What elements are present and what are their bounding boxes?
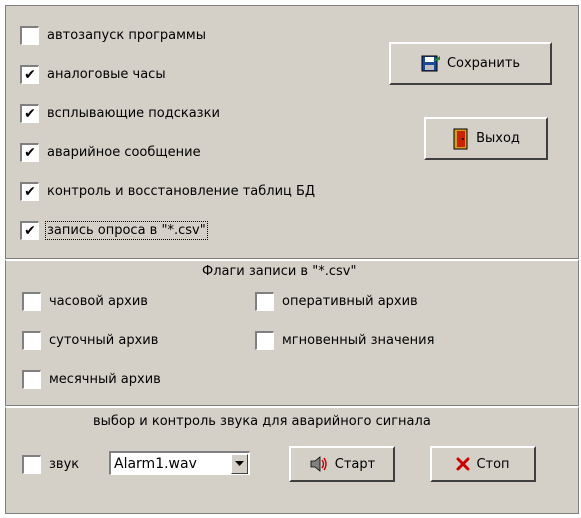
flag-instant-label: мгновенный значения: [282, 332, 435, 348]
save-button[interactable]: Сохранить: [389, 42, 552, 85]
checkbox-autostart[interactable]: [20, 25, 39, 45]
sound-toggle-label: звук: [49, 456, 80, 472]
checkbox-daily[interactable]: [22, 330, 41, 350]
checkbox-monthly[interactable]: [22, 369, 41, 389]
flag-operative-label: оперативный архив: [282, 293, 418, 309]
option-autostart[interactable]: автозапуск программы: [20, 23, 206, 47]
flag-hourly-label: часовой архив: [49, 293, 148, 309]
checkbox-db-control[interactable]: ✔: [20, 181, 39, 201]
flag-monthly-label: месячный архив: [49, 371, 161, 387]
floppy-disk-icon: [421, 55, 440, 71]
option-alarm-message-label: аварийное сообщение: [47, 144, 201, 160]
checkbox-alarm-message[interactable]: ✔: [20, 142, 39, 162]
dropdown-arrow-icon[interactable]: [231, 454, 248, 474]
sound-panel: выбор и контроль звука для аварийного си…: [5, 406, 579, 514]
option-tooltips[interactable]: ✔ всплывающие подсказки: [20, 101, 220, 125]
stop-button-label: Стоп: [476, 456, 510, 472]
option-csv-record[interactable]: ✔ запись опроса в "*.csv": [20, 218, 208, 242]
save-button-label: Сохранить: [446, 56, 521, 71]
option-csv-record-label: запись опроса в "*.csv": [45, 220, 208, 240]
checkbox-sound[interactable]: [22, 454, 41, 474]
flag-hourly[interactable]: часовой архив: [22, 289, 148, 313]
exit-button-label: Выход: [476, 131, 520, 146]
general-options-panel: автозапуск программы ✔ аналоговые часы ✔…: [5, 5, 579, 259]
flag-daily-label: суточный архив: [49, 332, 159, 348]
sound-file-select[interactable]: Alarm1.wav: [109, 451, 250, 475]
exit-button[interactable]: Выход: [424, 117, 548, 160]
option-autostart-label: автозапуск программы: [47, 27, 206, 43]
csv-flags-title: Флаги записи в "*.csv": [202, 264, 357, 279]
flag-instant[interactable]: мгновенный значения: [255, 328, 434, 352]
checkbox-analog-clock[interactable]: ✔: [20, 64, 39, 84]
option-db-control[interactable]: ✔ контроль и восстановление таблиц БД: [20, 179, 315, 203]
checkbox-csv-record[interactable]: ✔: [20, 220, 39, 240]
csv-flags-panel: Флаги записи в "*.csv" часовой архив опе…: [5, 259, 579, 406]
red-x-icon: [456, 457, 470, 471]
option-tooltips-label: всплывающие подсказки: [47, 105, 220, 121]
checkbox-instant[interactable]: [255, 330, 274, 350]
settings-form: автозапуск программы ✔ аналоговые часы ✔…: [0, 0, 581, 518]
flag-monthly[interactable]: месячный архив: [22, 367, 161, 391]
option-analog-clock-label: аналоговые часы: [47, 66, 166, 82]
option-alarm-message[interactable]: ✔ аварийное сообщение: [20, 140, 201, 164]
checkbox-hourly[interactable]: [22, 291, 41, 311]
checkbox-operative[interactable]: [255, 291, 274, 311]
option-analog-clock[interactable]: ✔ аналоговые часы: [20, 62, 166, 86]
option-db-control-label: контроль и восстановление таблиц БД: [47, 183, 316, 199]
sound-file-value: Alarm1.wav: [114, 456, 197, 472]
flag-daily[interactable]: суточный архив: [22, 328, 158, 352]
start-button[interactable]: Старт: [289, 446, 395, 482]
flag-operative[interactable]: оперативный архив: [255, 289, 418, 313]
stop-button[interactable]: Стоп: [430, 446, 536, 482]
start-button-label: Старт: [334, 456, 376, 472]
exit-door-icon: [453, 128, 468, 149]
sound-toggle[interactable]: звук: [22, 452, 79, 476]
speaker-icon: [310, 456, 327, 472]
sound-title: выбор и контроль звука для аварийного си…: [93, 414, 431, 429]
checkbox-tooltips[interactable]: ✔: [20, 103, 39, 123]
